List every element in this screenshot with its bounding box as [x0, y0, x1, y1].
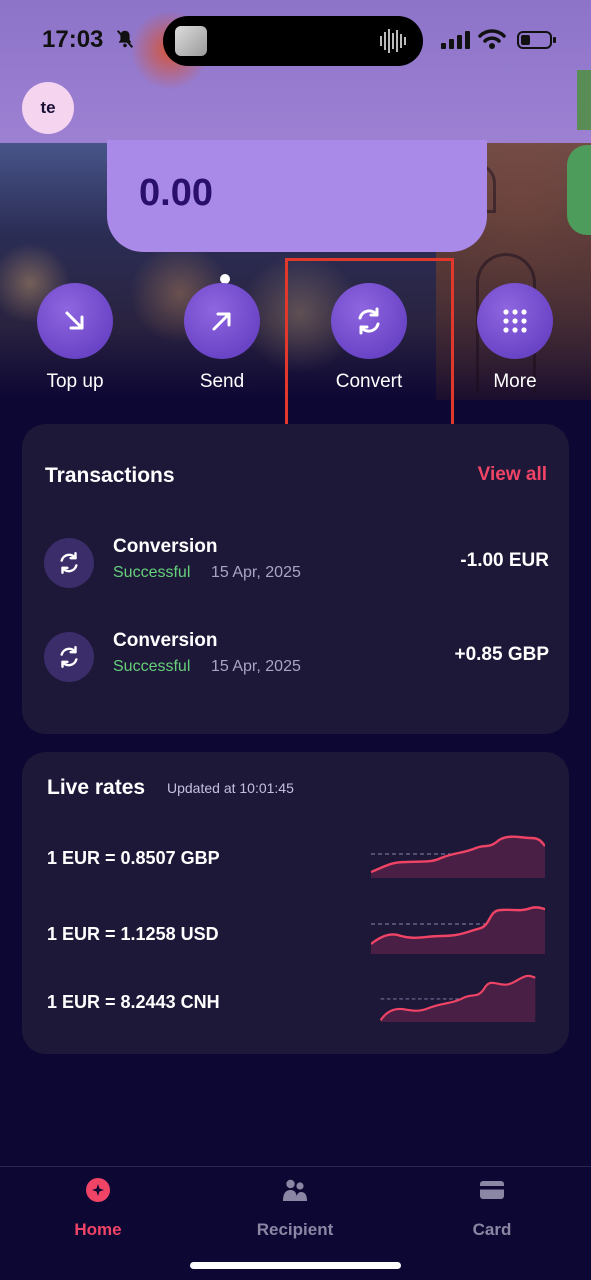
home-icon [86, 1178, 110, 1202]
status-bar: 17:03 [0, 0, 591, 80]
transaction-amount: +0.85 GBP [454, 644, 549, 665]
people-icon [283, 1179, 307, 1201]
transactions-card: Transactions View all Conversion Success… [22, 424, 569, 734]
avatar-initials: te [40, 98, 56, 117]
action-circle[interactable] [184, 283, 260, 359]
more-label: More [493, 371, 537, 392]
view-all-link[interactable]: View all [478, 464, 547, 486]
action-circle[interactable] [37, 283, 113, 359]
sparkline-chart [371, 906, 545, 954]
rate-row[interactable]: 1 EUR = 0.8507 GBP [47, 830, 547, 890]
more-button[interactable]: More [450, 283, 580, 393]
nav-item-recipient[interactable]: Recipient [225, 1177, 365, 1240]
top-up-label: Top up [46, 371, 104, 392]
transaction-date: 15 Apr, 2025 [211, 564, 301, 581]
status-time: 17:03 [42, 26, 104, 53]
nav-label-card: Card [472, 1220, 512, 1239]
transaction-date: 15 Apr, 2025 [211, 658, 301, 675]
battery-icon [517, 31, 556, 49]
transaction-name: Conversion [113, 630, 218, 651]
nav-label-recipient: Recipient [256, 1220, 334, 1239]
rate-text: 1 EUR = 8.2443 CNH [47, 992, 220, 1012]
send-button[interactable]: Send [157, 283, 287, 393]
nav-item-card[interactable]: Card [422, 1177, 562, 1240]
arrow-up-right-icon [212, 312, 231, 331]
nav-item-home[interactable]: Home [28, 1177, 168, 1240]
live-rates-title: Live rates [47, 776, 146, 799]
transaction-row[interactable]: Conversion Successful 15 Apr, 2025 -1.00… [44, 532, 549, 592]
live-rates-updated: Updated at 10:01:45 [167, 780, 294, 796]
live-rates-card: Live rates Updated at 10:01:45 1 EUR = 0… [22, 752, 569, 1054]
now-playing-artwork [175, 26, 207, 56]
rate-text: 1 EUR = 0.8507 GBP [47, 848, 220, 868]
balance-value: 0.00 [139, 172, 213, 214]
rate-row[interactable]: 1 EUR = 1.1258 USD [47, 906, 547, 966]
send-label: Send [199, 371, 245, 392]
balance-card[interactable]: 0.00 [107, 140, 487, 252]
conversion-icon [44, 538, 94, 588]
convert-highlight-box [285, 258, 454, 428]
transaction-amount: -1.00 EUR [460, 550, 549, 571]
sparkline-chart [379, 974, 536, 1022]
home-indicator [190, 1262, 401, 1269]
transaction-status: Successful [113, 658, 191, 675]
cellular-signal-icon [441, 31, 470, 49]
dynamic-island [163, 16, 423, 66]
arrow-down-right-icon [65, 311, 84, 330]
bell-muted-icon [116, 30, 134, 48]
nav-label-home: Home [74, 1220, 122, 1239]
next-card-peek[interactable] [567, 145, 591, 235]
profile-avatar[interactable]: te [22, 82, 74, 134]
top-up-button[interactable]: Top up [10, 283, 140, 393]
transaction-row[interactable]: Conversion Successful 15 Apr, 2025 +0.85… [44, 626, 549, 686]
conversion-icon [44, 632, 94, 682]
action-circle[interactable] [477, 283, 553, 359]
grid-dots-icon [503, 309, 527, 333]
transaction-status: Successful [113, 564, 191, 581]
audio-wave-icon [380, 29, 406, 53]
wifi-icon [478, 29, 506, 49]
transactions-title: Transactions [45, 464, 175, 487]
sparkline-chart [371, 835, 545, 878]
transaction-name: Conversion [113, 536, 218, 557]
rate-row[interactable]: 1 EUR = 8.2443 CNH [47, 974, 547, 1034]
rate-text: 1 EUR = 1.1258 USD [47, 924, 219, 944]
card-icon [480, 1181, 504, 1199]
